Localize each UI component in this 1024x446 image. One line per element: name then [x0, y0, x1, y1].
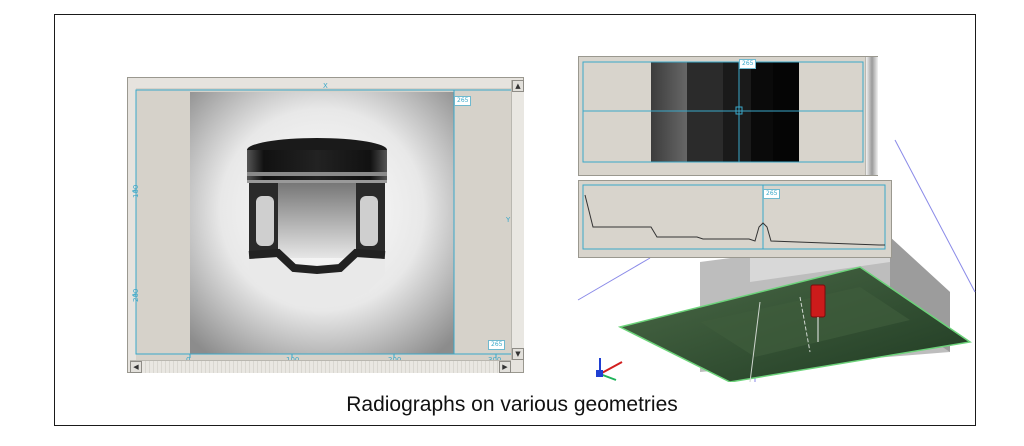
pixel-value-tag-image: 265	[739, 59, 757, 69]
scroll-arrow-up-icon[interactable]: ▲	[512, 80, 524, 92]
scroll-arrow-left-icon[interactable]: ◀	[130, 361, 142, 373]
axis-x-label: X	[323, 82, 328, 90]
source-marker	[810, 284, 826, 318]
scroll-arrow-right-icon[interactable]: ▶	[499, 361, 511, 373]
scroll-arrow-down-icon[interactable]: ▼	[512, 348, 524, 360]
right-image-scrollbar[interactable]	[865, 57, 878, 175]
pixel-value-tag-bottom: 265	[488, 340, 506, 350]
pixel-value-tag-profile: 265	[763, 189, 781, 199]
piston-shadow	[247, 138, 387, 306]
line-profile-viewer: 265	[578, 180, 892, 258]
xyz-axes-icon	[596, 358, 623, 381]
figure-caption: Radiographs on various geometries	[346, 393, 678, 416]
radiograph-viewer-right-image: 265	[578, 56, 878, 176]
vertical-scrollbar[interactable]: ▲ ▼	[511, 80, 524, 360]
y-tick-100: 100	[132, 185, 140, 198]
y-tick-200: 200	[132, 289, 140, 302]
horizontal-scrollbar[interactable]: ◀ ▶	[130, 360, 511, 373]
radiograph-canvas: X Y 0 100 200 300 100 200	[132, 82, 515, 364]
radiograph-viewer-left: X Y 0 100 200 300 100 200 265 265 ▲ ▼ ◀ …	[127, 77, 524, 373]
line-profile-plot	[582, 184, 886, 250]
pixel-value-tag-top: 265	[454, 96, 472, 106]
step-wedge-radiograph	[582, 61, 864, 163]
profile-curve	[584, 194, 885, 246]
